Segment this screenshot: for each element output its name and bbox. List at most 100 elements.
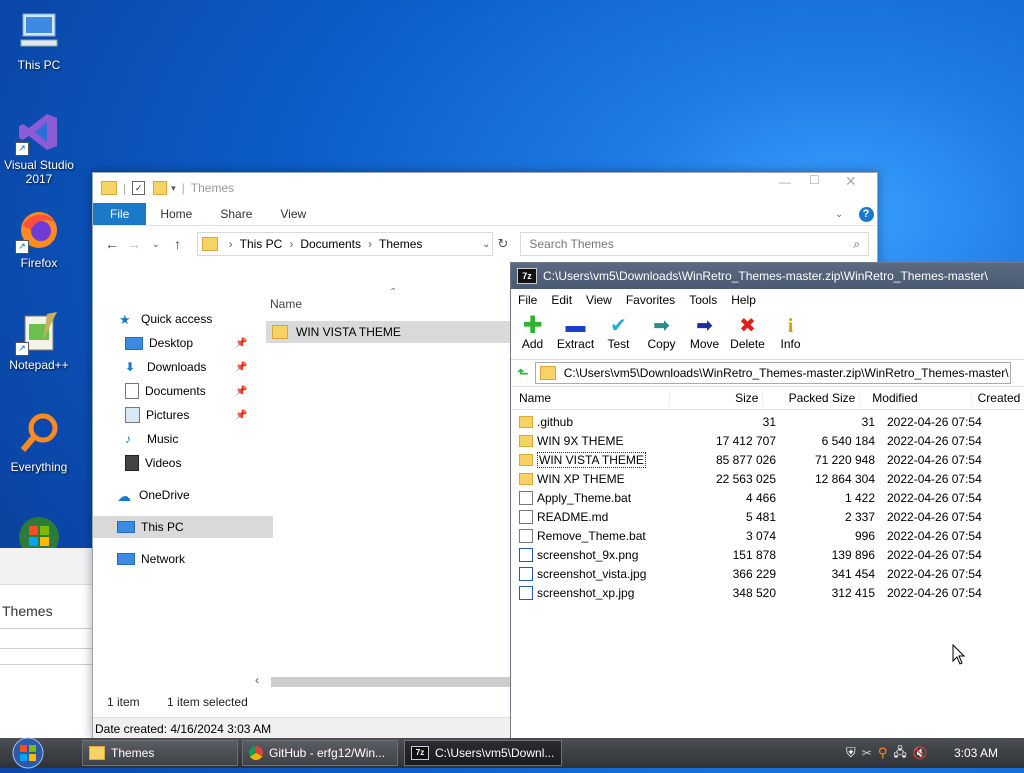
menu-tools[interactable]: Tools	[682, 293, 724, 307]
background-window-toolbar	[0, 548, 92, 585]
close-button[interactable]: ✕	[845, 173, 857, 190]
clock[interactable]: 3:03 AM	[954, 746, 998, 760]
everything-search-icon[interactable]: ⚲	[878, 745, 888, 761]
nav-documents[interactable]: Documents 📌	[93, 380, 281, 402]
list-item[interactable]: Apply_Theme.bat 4 466 1 422 2022-04-26 0…	[511, 488, 1024, 507]
nav-network[interactable]: Network	[93, 548, 273, 570]
item-name: screenshot_9x.png	[537, 547, 639, 562]
info-button[interactable]: i Info	[769, 311, 812, 359]
test-button[interactable]: ✔ Test	[597, 311, 640, 359]
breadcrumb-this-pc[interactable]: This PC	[240, 237, 283, 251]
menu-view[interactable]: View	[579, 293, 619, 307]
address-bar[interactable]: › This PC › Documents › Themes ⌄	[196, 232, 494, 256]
item-modified: 2022-04-26 07:54	[887, 528, 982, 543]
folder-icon	[201, 237, 218, 251]
refresh-icon[interactable]: ↻	[497, 236, 508, 252]
column-header-modified[interactable]: Modified	[860, 391, 972, 405]
copy-button[interactable]: ➡ Copy	[640, 311, 683, 359]
list-item[interactable]: screenshot_vista.jpg 366 229 341 454 202…	[511, 564, 1024, 583]
menu-edit[interactable]: Edit	[544, 293, 579, 307]
list-item[interactable]: WIN XP THEME 22 563 025 12 864 304 2022-…	[511, 469, 1024, 488]
security-shield-icon[interactable]: ⛨	[846, 745, 856, 761]
nav-music[interactable]: ♪ Music	[93, 428, 281, 450]
horizontal-scrollbar[interactable]: ‹	[253, 673, 511, 689]
menu-favorites[interactable]: Favorites	[619, 293, 682, 307]
list-item[interactable]: screenshot_xp.jpg 348 520 312 415 2022-0…	[511, 583, 1024, 602]
tools-icon[interactable]: ✂	[862, 746, 872, 760]
column-header-created[interactable]: Created	[972, 391, 1024, 405]
sevenzip-window[interactable]: 7z C:\Users\vm5\Downloads\WinRetro_Theme…	[510, 262, 1024, 740]
extract-button[interactable]: ▬ Extract	[554, 311, 597, 359]
new-folder-icon[interactable]	[153, 181, 168, 195]
taskbar-button-sevenzip[interactable]: 7z C:\Users\vm5\Downl...	[404, 740, 562, 766]
nav-desktop[interactable]: Desktop 📌	[93, 332, 281, 354]
properties-icon[interactable]: ✓	[132, 181, 146, 195]
breadcrumb-themes[interactable]: Themes	[379, 237, 422, 251]
up-folder-icon[interactable]: ⬑	[517, 365, 529, 382]
taskbar-button-explorer[interactable]: Themes	[82, 740, 238, 766]
nav-label: This PC	[141, 520, 184, 534]
forward-arrow-icon[interactable]: →	[123, 236, 145, 252]
tab-file[interactable]: File	[93, 203, 147, 225]
menu-help[interactable]: Help	[724, 293, 763, 307]
explorer-titlebar[interactable]: | ✓ ▾ | Themes — ☐ ✕	[93, 173, 877, 203]
search-input[interactable]: Search Themes ⌕	[520, 232, 869, 256]
volume-muted-icon[interactable]: 🔇	[913, 746, 928, 760]
tab-home[interactable]: Home	[146, 203, 206, 225]
start-button[interactable]	[8, 736, 48, 770]
list-item[interactable]: screenshot_9x.png 151 878 139 896 2022-0…	[511, 545, 1024, 564]
help-icon[interactable]: ?	[855, 203, 877, 225]
desktop-icon-notepadpp[interactable]: ↗ Notepad++	[4, 310, 74, 372]
chevron-down-icon[interactable]: ▾	[171, 183, 176, 194]
path-input[interactable]: C:\Users\vm5\Downloads\WinRetro_Themes-m…	[534, 362, 1011, 384]
column-header-packed[interactable]: Packed Size	[763, 391, 861, 405]
pin-icon[interactable]: 📌	[235, 410, 247, 421]
expand-ribbon-icon[interactable]: ⌄	[835, 203, 855, 225]
tab-view[interactable]: View	[266, 203, 320, 225]
taskbar-button-chrome[interactable]: GitHub - erfg12/Win...	[242, 740, 398, 766]
list-item[interactable]: WIN 9X THEME 17 412 707 6 540 184 2022-0…	[511, 431, 1024, 450]
list-item[interactable]: WIN VISTA THEME 85 877 026 71 220 948 20…	[511, 450, 1024, 469]
back-arrow-icon[interactable]: ←	[101, 236, 123, 252]
file-row[interactable]: WIN VISTA THEME	[266, 321, 511, 343]
network-monitor-icon[interactable]: 🖧	[893, 743, 906, 764]
pin-icon[interactable]: 📌	[235, 362, 247, 373]
nav-downloads[interactable]: ⬇ Downloads 📌	[93, 356, 281, 378]
checkmark-icon: ✔	[610, 315, 627, 337]
nav-this-pc[interactable]: This PC	[93, 516, 273, 538]
desktop-icon-firefox[interactable]: ↗ Firefox	[4, 208, 74, 270]
pin-icon[interactable]: 📌	[235, 338, 247, 349]
add-button[interactable]: ✚ Add	[511, 311, 554, 359]
desktop-icon-this-pc[interactable]: This PC	[4, 10, 74, 72]
scrollbar-thumb[interactable]	[271, 677, 511, 687]
nav-onedrive[interactable]: ☁ OneDrive	[93, 484, 273, 506]
column-header-size[interactable]: Size	[670, 391, 764, 405]
address-dropdown-icon[interactable]: ⌄	[482, 239, 490, 250]
list-item[interactable]: .github 31 31 2022-04-26 07:54	[511, 412, 1024, 431]
path-bar: ⬑ C:\Users\vm5\Downloads\WinRetro_Themes…	[511, 359, 1024, 387]
nav-pictures[interactable]: Pictures 📌	[93, 404, 281, 426]
item-packed: 139 896	[831, 547, 875, 562]
move-button[interactable]: ➡ Move	[683, 311, 726, 359]
desktop-icon-everything[interactable]: Everything	[4, 412, 74, 474]
desktop-icon-visual-studio[interactable]: ↗ Visual Studio 2017	[4, 110, 74, 186]
list-item[interactable]: README.md 5 481 2 337 2022-04-26 07:54	[511, 507, 1024, 526]
menu-file[interactable]: File	[511, 293, 544, 307]
sevenzip-titlebar[interactable]: 7z C:\Users\vm5\Downloads\WinRetro_Theme…	[511, 263, 1024, 289]
item-size: 17 412 707	[715, 433, 776, 448]
maximize-button[interactable]: ☐	[809, 173, 820, 187]
breadcrumb-documents[interactable]: Documents	[300, 237, 361, 251]
windows-orb-desktop-icon[interactable]	[16, 514, 62, 548]
list-item[interactable]: Remove_Theme.bat 3 074 996 2022-04-26 07…	[511, 526, 1024, 545]
minimize-button[interactable]: —	[779, 175, 791, 189]
column-header-name[interactable]: Name	[511, 391, 671, 405]
delete-button[interactable]: ✖ Delete	[726, 311, 769, 359]
up-arrow-icon[interactable]: ↑	[167, 236, 189, 252]
nav-videos[interactable]: Videos	[93, 452, 281, 474]
nav-quick-access[interactable]: ★ Quick access	[93, 308, 275, 330]
background-window[interactable]: Themes	[0, 548, 92, 738]
pin-icon[interactable]: 📌	[235, 386, 247, 397]
recent-chevron-icon[interactable]: ⌄	[145, 239, 167, 250]
scroll-left-arrow-icon[interactable]: ‹	[255, 673, 259, 687]
tab-share[interactable]: Share	[206, 203, 266, 225]
